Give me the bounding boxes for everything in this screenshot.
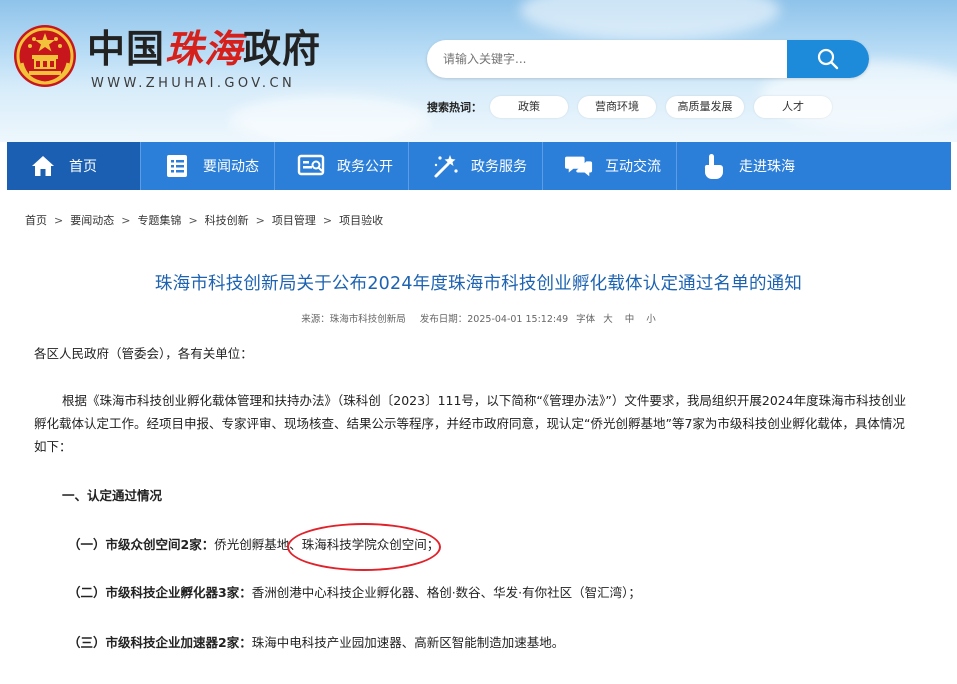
article-source: 来源：珠海市科技创新局	[301, 314, 406, 325]
article-meta: 来源：珠海市科技创新局 发布日期：2025-04-01 15:12:49 字体大 中小	[0, 311, 957, 325]
list-item-text: 香洲创港中心科技企业孵化器、格创·数谷、华发·有你社区（智汇湾）；	[251, 585, 641, 600]
hot-keywords: 搜索热词： 政策 营商环境 高质量发展 人才	[427, 96, 842, 118]
article-addressee: 各区人民政府（管委会），各有关单位：	[34, 346, 253, 361]
public-info-icon	[297, 152, 325, 180]
hot-keywords-label: 搜索热词：	[427, 101, 482, 114]
font-size-medium-button[interactable]: 中	[625, 314, 635, 325]
service-wand-icon	[431, 152, 459, 180]
breadcrumb-home[interactable]: 首页	[25, 214, 47, 227]
site-title: 中国珠海政府	[87, 27, 321, 71]
search-button[interactable]	[787, 40, 869, 78]
sky-cloud	[520, 0, 780, 40]
section-heading: 一、认定通过情况	[62, 488, 163, 503]
breadcrumb-news[interactable]: 要闻动态	[70, 214, 114, 227]
article-title: 珠海市科技创新局关于公布2024年度珠海市科技创业孵化载体认定通过名单的通知	[154, 274, 803, 294]
nav-item-home[interactable]: 首页	[7, 142, 141, 190]
highlight-annotation-circle	[287, 523, 441, 571]
search-input[interactable]	[427, 40, 803, 78]
nav-label: 要闻动态	[203, 159, 259, 175]
site-title-prefix: 中国	[87, 26, 166, 71]
breadcrumb-separator: >	[54, 214, 64, 227]
nav-item-gov-services[interactable]: 政务服务	[409, 142, 543, 190]
nav-label: 互动交流	[605, 159, 661, 175]
search-icon	[817, 48, 839, 70]
font-size-label: 字体	[576, 314, 596, 325]
hot-tag-talent[interactable]: 人才	[754, 96, 832, 118]
nav-item-public-affairs[interactable]: 政务公开	[275, 142, 409, 190]
site-header: 中国珠海政府 WWW.ZHUHAI.GOV.CN 搜索热词： 政策 营商环境 高…	[0, 0, 957, 142]
list-item-heading: （一）市级众创空间2家：	[68, 537, 215, 552]
article-date: 发布日期：2025-04-01 15:12:49	[419, 314, 569, 325]
nav-item-news[interactable]: 要闻动态	[141, 142, 275, 190]
breadcrumb: 首页 > 要闻动态 > 专题集锦 > 科技创新 > 项目管理 > 项目验收	[25, 212, 383, 228]
list-item-heading: （二）市级科技企业孵化器3家：	[68, 585, 252, 600]
hot-tag-policy[interactable]: 政策	[490, 96, 568, 118]
font-size-small-button[interactable]: 小	[646, 314, 656, 325]
nav-label: 政务服务	[471, 159, 527, 175]
hot-tag-high-quality-development[interactable]: 高质量发展	[666, 96, 744, 118]
nav-label: 首页	[69, 159, 97, 175]
nav-item-interaction[interactable]: 互动交流	[543, 142, 677, 190]
font-size-large-button[interactable]: 大	[603, 314, 613, 325]
chat-bubbles-icon	[565, 152, 593, 180]
breadcrumb-separator: >	[188, 214, 198, 227]
hot-tag-business-environment[interactable]: 营商环境	[578, 96, 656, 118]
site-title-highlight: 珠海	[165, 26, 244, 71]
search-box	[427, 40, 869, 78]
list-item: （二）市级科技企业孵化器3家：香洲创港中心科技企业孵化器、格创·数谷、华发·有你…	[68, 581, 641, 604]
list-item-text: 珠海中电科技产业园加速器、高新区智能制造加速基地。	[251, 635, 565, 650]
hand-pointer-icon	[699, 152, 727, 180]
breadcrumb-separator: >	[121, 214, 131, 227]
nav-item-about-zhuhai[interactable]: 走进珠海	[677, 142, 823, 190]
main-nav: 首页 要闻动态 政务公开 政务服务 互动交流 走进珠海	[7, 142, 951, 190]
breadcrumb-project-management[interactable]: 项目管理	[272, 214, 316, 227]
breadcrumb-project-acceptance[interactable]: 项目验收	[339, 214, 383, 227]
breadcrumb-tech-innovation[interactable]: 科技创新	[205, 214, 249, 227]
nav-label: 政务公开	[337, 159, 393, 175]
home-icon	[29, 152, 57, 180]
national-emblem-icon	[14, 25, 76, 87]
article-body-paragraph: 根据《珠海市科技创业孵化载体管理和扶持办法》（珠科创〔2023〕111号，以下简…	[34, 393, 907, 454]
news-list-icon	[163, 152, 191, 180]
site-domain: WWW.ZHUHAI.GOV.CN	[91, 76, 296, 91]
breadcrumb-topics[interactable]: 专题集锦	[137, 214, 181, 227]
site-title-suffix: 政府	[243, 26, 322, 71]
breadcrumb-separator: >	[255, 214, 265, 227]
list-item: （三）市级科技企业加速器2家：珠海中电科技产业园加速器、高新区智能制造加速基地。	[68, 631, 564, 654]
breadcrumb-separator: >	[322, 214, 333, 227]
nav-label: 走进珠海	[739, 159, 795, 175]
sky-cloud	[230, 95, 430, 142]
list-item-heading: （三）市级科技企业加速器2家：	[68, 635, 252, 650]
